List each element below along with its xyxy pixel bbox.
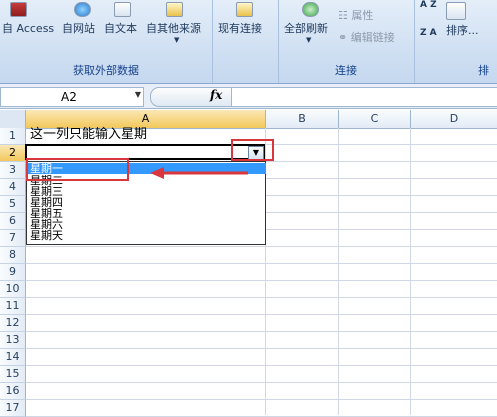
sort-icon (446, 2, 466, 20)
cell-a1[interactable]: 这一列只能输入星期 (30, 127, 147, 143)
database-icon (166, 2, 183, 17)
row-header[interactable]: 4 (0, 179, 26, 196)
gridline (338, 128, 339, 415)
sort-az-label: A Z (420, 0, 437, 10)
globe-icon (74, 2, 91, 17)
gridline (410, 128, 411, 415)
link-icon: ⚭ (338, 31, 351, 44)
annotation-box-selected-item (26, 158, 129, 181)
insert-function-icon[interactable]: fx (210, 88, 222, 102)
row-header[interactable]: 12 (0, 315, 26, 332)
gridline (26, 348, 497, 349)
ribbon: 自 Access 自网站 自文本 自其他来源 ▼ 获取外部数据 现有连接 全部刷… (0, 0, 497, 84)
gridline (26, 246, 497, 247)
gridline (26, 399, 497, 400)
row-header[interactable]: 15 (0, 366, 26, 383)
sort-za-label: Z A (420, 28, 437, 38)
row-header[interactable]: 7 (0, 230, 26, 247)
row-header[interactable]: 6 (0, 213, 26, 230)
name-box[interactable]: A2 ▼ (0, 87, 144, 107)
edit-links-button[interactable]: ⚭ 编辑链接 (338, 29, 395, 45)
sort-button[interactable]: 排序... (446, 22, 479, 38)
access-icon (10, 2, 27, 17)
annotation-box-dropdown-arrow (231, 139, 274, 161)
existing-connections-group: 现有连接 (212, 0, 279, 83)
from-web-button[interactable]: 自网站 (62, 2, 95, 36)
column-header-c[interactable]: C (339, 110, 411, 129)
sort-filter-group: A Z Z A 排序... 排 (414, 0, 497, 83)
row-header[interactable]: 14 (0, 349, 26, 366)
connections-group: 全部刷新 ▼ ☷ 属性 ⚭ 编辑链接 连接 (278, 0, 415, 83)
column-header-b[interactable]: B (266, 110, 339, 129)
gridline (26, 297, 497, 298)
sort-filter-label: 排 (478, 64, 489, 77)
from-text-button[interactable]: 自文本 (104, 2, 137, 36)
existing-connections-label: 现有连接 (218, 22, 262, 35)
row-header[interactable]: 5 (0, 196, 26, 213)
sort-ascending-button[interactable]: A Z (420, 0, 437, 10)
row-header[interactable]: 8 (0, 247, 26, 264)
row-header[interactable]: 9 (0, 264, 26, 281)
refresh-all-button[interactable]: 全部刷新 ▼ (284, 2, 328, 44)
text-file-icon (114, 2, 131, 17)
gridline (26, 280, 497, 281)
gridline (26, 263, 497, 264)
properties-button[interactable]: ☷ 属性 (338, 7, 373, 23)
sort-label: 排序... (446, 24, 479, 37)
gridline (26, 365, 497, 366)
properties-label: 属性 (351, 9, 374, 22)
from-access-label: 自 Access (2, 22, 55, 35)
from-text-label: 自文本 (104, 22, 137, 35)
chevron-down-icon[interactable]: ▼ (135, 90, 141, 99)
gridline (26, 382, 497, 383)
edit-links-label: 编辑链接 (350, 31, 395, 44)
get-external-data-group: 自 Access 自网站 自文本 自其他来源 ▼ 获取外部数据 (0, 0, 213, 83)
name-box-value: A2 (61, 90, 77, 104)
row-header[interactable]: 2 (0, 145, 26, 162)
formula-bar: A2 ▼ fx (0, 84, 497, 109)
dropdown-item[interactable]: 星期天 (30, 230, 63, 241)
get-external-data-label: 获取外部数据 (73, 64, 139, 77)
existing-connections-button[interactable]: 现有连接 (218, 2, 262, 36)
row-header[interactable]: 10 (0, 281, 26, 298)
connections-label: 连接 (335, 64, 357, 77)
worksheet: A B C D 1 2 3 4 5 6 7 8 9 10 11 12 13 14 15 16 17 这一列只能输… (0, 110, 497, 417)
select-all-corner[interactable] (0, 110, 26, 129)
chevron-down-icon: ▼ (306, 36, 312, 44)
from-access-button[interactable]: 自 Access (2, 2, 55, 36)
refresh-all-label: 全部刷新 (284, 22, 328, 35)
from-other-sources-label: 自其他来源 (146, 22, 201, 35)
sort-descending-button[interactable]: Z A (420, 28, 437, 38)
connection-icon (236, 2, 253, 17)
gridline (26, 331, 497, 332)
row-header[interactable]: 1 (0, 128, 26, 145)
row-header[interactable]: 17 (0, 400, 26, 417)
gridline (26, 314, 497, 315)
row-header[interactable]: 3 (0, 162, 26, 179)
formula-input[interactable] (232, 87, 497, 107)
from-web-label: 自网站 (62, 22, 95, 35)
row-header[interactable]: 13 (0, 332, 26, 349)
row-header[interactable]: 11 (0, 298, 26, 315)
row-header[interactable]: 16 (0, 383, 26, 400)
properties-icon: ☷ (338, 9, 352, 22)
column-header-d[interactable]: D (411, 110, 497, 129)
annotation-arrow (150, 167, 248, 179)
chevron-down-icon: ▼ (174, 36, 180, 44)
refresh-icon (302, 2, 319, 17)
from-other-sources-button[interactable]: 自其他来源 ▼ (146, 2, 201, 44)
